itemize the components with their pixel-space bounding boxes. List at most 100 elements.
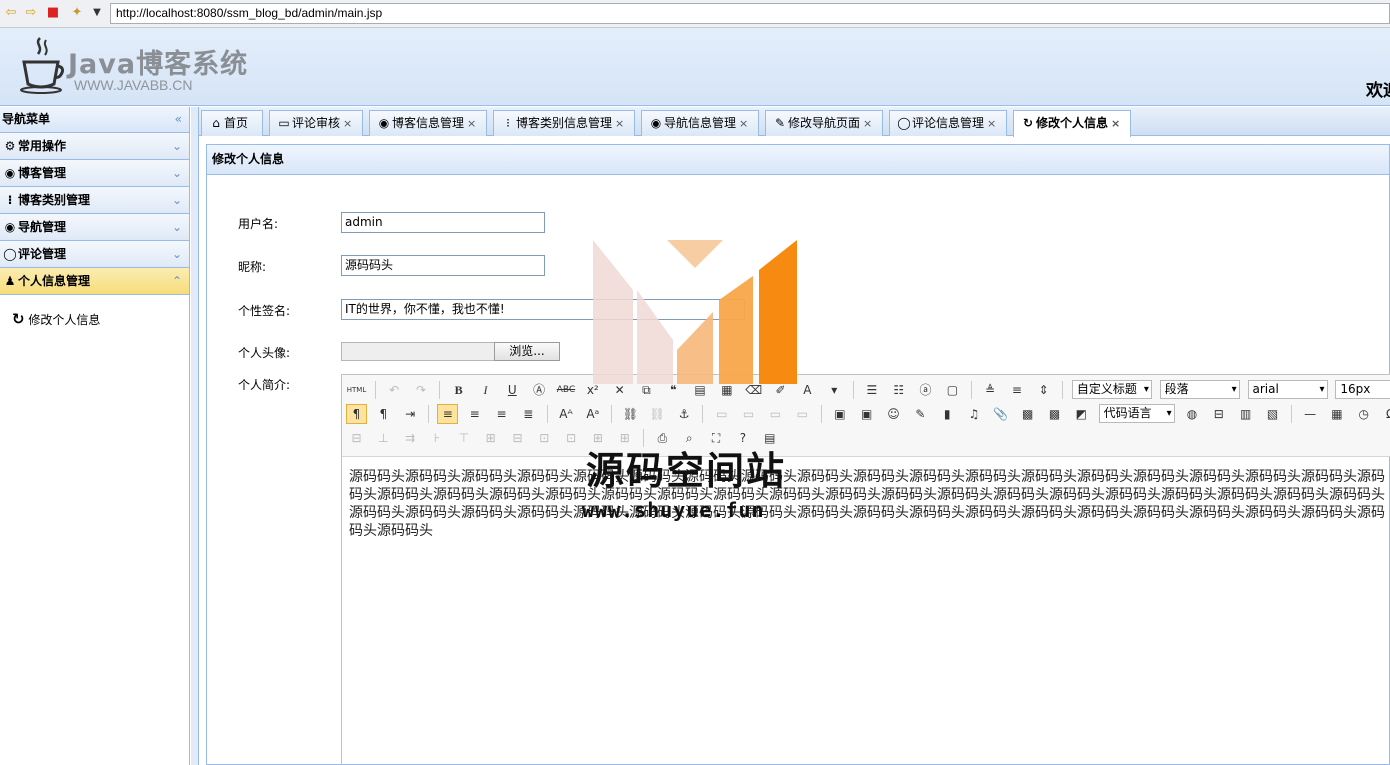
emotion-icon[interactable]: ☺ <box>883 404 904 424</box>
insert-col-icon[interactable]: ⊤ <box>453 428 474 448</box>
scrawl-icon[interactable]: ✎ <box>910 404 931 424</box>
sidebar-item-nav[interactable]: ◉ 导航管理 ⌄ <box>0 214 189 241</box>
stop-icon[interactable]: ■ <box>44 5 62 21</box>
tab-blog-manage[interactable]: ◉ 博客信息管理 × <box>369 110 487 136</box>
font-border-icon[interactable]: Ⓐ <box>529 380 550 400</box>
chevron-up-icon[interactable]: ⌃ <box>172 268 182 294</box>
code-language-select[interactable]: 代码语言 <box>1098 404 1175 423</box>
insert-row-icon[interactable]: ⇉ <box>400 428 421 448</box>
image-right-icon[interactable]: ▭ <box>765 404 786 424</box>
layout-splitter[interactable] <box>191 107 199 765</box>
clear-icon[interactable]: ▢ <box>942 380 963 400</box>
to-uppercase-icon[interactable]: Aᴬ <box>555 404 576 424</box>
tab-nav-manage[interactable]: ◉ 导航信息管理 × <box>641 110 759 136</box>
image-center-icon[interactable]: ▭ <box>792 404 813 424</box>
font-family-select[interactable]: arial <box>1247 380 1328 399</box>
sidebar-subitem-edit-profile[interactable]: ↻ 修改个人信息 <box>12 310 100 328</box>
row-spacing-bottom-icon[interactable]: ≡ <box>1006 380 1027 400</box>
attachment-icon[interactable]: 📎 <box>990 404 1011 424</box>
unordered-list-icon[interactable]: ☷ <box>888 380 909 400</box>
chevron-down-icon[interactable]: ⌄ <box>172 133 182 159</box>
remove-format-icon[interactable]: ✕ <box>609 380 630 400</box>
history-dropdown-icon[interactable]: ▼ <box>88 5 106 21</box>
close-icon[interactable]: × <box>739 117 748 130</box>
close-icon[interactable]: × <box>1111 117 1120 130</box>
address-bar[interactable]: http://localhost:8080/ssm_blog_bd/admin/… <box>110 3 1390 24</box>
sidebar-item-comment[interactable]: ◯评论管理 ⌄ <box>0 241 189 268</box>
gmap-icon[interactable]: ▩ <box>1044 404 1065 424</box>
image-none-icon[interactable]: ▭ <box>711 404 732 424</box>
delete-col-icon[interactable]: ⊞ <box>480 428 501 448</box>
link-icon[interactable]: ⛓ <box>620 404 641 424</box>
format-brush-icon[interactable]: ✐ <box>770 380 791 400</box>
delete-table-icon[interactable]: ⊟ <box>346 428 367 448</box>
sidebar-item-blog[interactable]: ◉ 博客管理 ⌄ <box>0 160 189 187</box>
row-spacing-top-icon[interactable]: ≜ <box>980 380 1001 400</box>
username-input[interactable]: admin <box>341 212 545 233</box>
special-chars-icon[interactable]: Ω <box>1380 404 1390 424</box>
refresh-icon[interactable]: ✦ <box>68 5 86 21</box>
unlink-icon[interactable]: ⛓ <box>647 404 668 424</box>
map-icon[interactable]: ▩ <box>1017 404 1038 424</box>
insert-paragraph-before-table-icon[interactable]: ⊥ <box>373 428 394 448</box>
sidebar-item-profile[interactable]: ♟ 个人信息管理 ⌃ <box>0 268 189 295</box>
align-right-icon[interactable]: ≡ <box>491 404 512 424</box>
close-icon[interactable]: × <box>615 117 624 130</box>
tab-edit-nav-page[interactable]: ✎ 修改导航页面 × <box>765 110 883 136</box>
to-lowercase-icon[interactable]: Aᵃ <box>582 404 603 424</box>
music-icon[interactable]: ♫ <box>964 404 985 424</box>
sidebar-item-blog-type[interactable]: ⁝ 博客类别管理 ⌄ <box>0 187 189 214</box>
template-icon[interactable]: ▥ <box>1235 404 1256 424</box>
back-icon[interactable]: ⇦ <box>2 5 20 21</box>
select-all-text-icon[interactable]: ⓐ <box>915 380 936 400</box>
bold-icon[interactable]: B <box>448 380 469 400</box>
ltr-direction-icon[interactable]: ¶ <box>346 404 367 424</box>
sidebar-item-common[interactable]: ⚙ 常用操作 ⌄ <box>0 133 189 160</box>
forward-icon[interactable]: ⇨ <box>22 5 40 21</box>
font-size-select[interactable]: 16px <box>1335 380 1390 399</box>
align-left-icon[interactable]: ≡ <box>437 404 459 424</box>
image-left-icon[interactable]: ▭ <box>738 404 759 424</box>
align-center-icon[interactable]: ≡ <box>464 404 485 424</box>
undo-icon[interactable]: ↶ <box>384 380 405 400</box>
paste-text-icon[interactable]: ▤ <box>690 380 711 400</box>
date-icon[interactable]: ▦ <box>1326 404 1347 424</box>
chevron-down-icon[interactable]: ⌄ <box>172 160 182 186</box>
select-all-icon[interactable]: ▦ <box>716 380 737 400</box>
chevron-down-icon[interactable]: ⌄ <box>172 214 182 240</box>
tab-blog-type-manage[interactable]: ⁝ 博客类别信息管理 × <box>493 110 635 136</box>
line-height-icon[interactable]: ⇕ <box>1033 380 1054 400</box>
merge-right-icon[interactable]: ⊡ <box>534 428 555 448</box>
redo-icon[interactable]: ↷ <box>410 380 431 400</box>
superscript-icon[interactable]: x² <box>582 380 603 400</box>
close-icon[interactable]: × <box>863 117 872 130</box>
rtl-direction-icon[interactable]: ¶ <box>373 404 394 424</box>
browse-button[interactable]: 浏览... <box>494 342 560 361</box>
strikethrough-icon[interactable]: ABC <box>555 380 576 400</box>
merge-cells-icon[interactable]: ⊟ <box>507 428 528 448</box>
tab-comment-manage[interactable]: ◯评论信息管理 × <box>889 110 1007 136</box>
nickname-input[interactable]: 源码码头 <box>341 255 545 276</box>
anchor-icon[interactable]: ⚓ <box>674 404 695 424</box>
close-icon[interactable]: × <box>343 117 352 130</box>
align-justify-icon[interactable]: ≣ <box>518 404 539 424</box>
paragraph-select[interactable]: 段落 <box>1159 380 1240 399</box>
autotypeset-icon[interactable]: ⧉ <box>636 380 657 400</box>
horizontal-rule-icon[interactable]: — <box>1300 404 1321 424</box>
clear-doc-icon[interactable]: ⌫ <box>743 380 764 400</box>
tab-edit-profile[interactable]: ↻ 修改个人信息 × <box>1013 110 1131 137</box>
underline-icon[interactable]: U <box>502 380 523 400</box>
multi-image-icon[interactable]: ▣ <box>856 404 877 424</box>
insert-video-icon[interactable]: ▮ <box>937 404 958 424</box>
signature-input[interactable]: IT的世界，你不懂，我也不懂! <box>341 299 745 320</box>
tab-comment-review[interactable]: ▭ 评论审核 × <box>269 110 363 136</box>
blockquote-icon[interactable]: ❝ <box>663 380 684 400</box>
font-color-icon[interactable]: A <box>797 380 818 400</box>
chevron-down-icon[interactable]: ⌄ <box>172 187 182 213</box>
collapse-left-icon[interactable]: « <box>175 107 182 132</box>
close-icon[interactable]: × <box>467 117 476 130</box>
time-icon[interactable]: ◷ <box>1353 404 1374 424</box>
chevron-down-icon[interactable]: ⌄ <box>172 241 182 267</box>
delete-row-icon[interactable]: ⊦ <box>426 428 447 448</box>
avatar-file-input[interactable] <box>341 342 495 361</box>
